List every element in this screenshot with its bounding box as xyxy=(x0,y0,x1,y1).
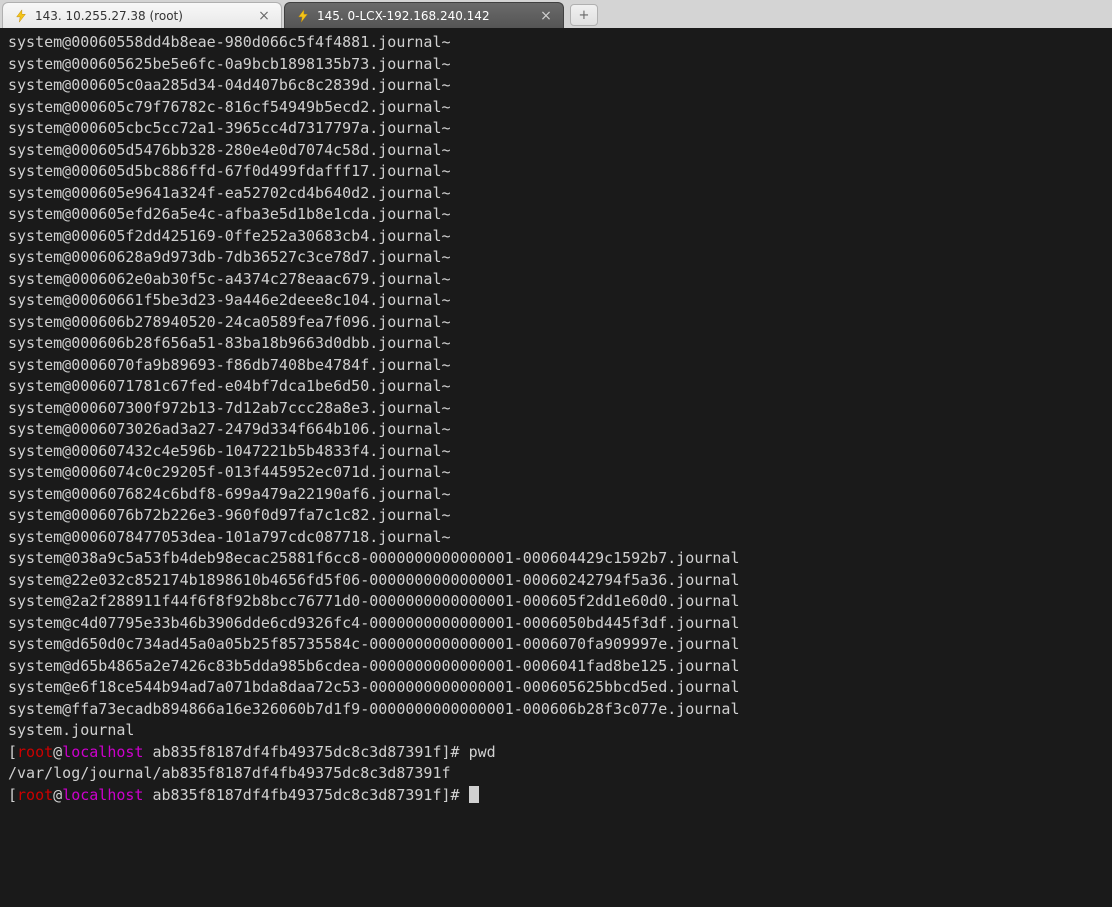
terminal-line: system@000606b278940520-24ca0589fea7f096… xyxy=(8,313,451,331)
terminal-line: system@00060628a9d973db-7db36527c3ce78d7… xyxy=(8,248,451,266)
terminal-line: system@000605f2dd425169-0ffe252a30683cb4… xyxy=(8,227,451,245)
terminal-line: system@d650d0c734ad45a0a05b25f85735584c-… xyxy=(8,635,740,653)
tab-label: 143. 10.255.27.38 (root) xyxy=(35,9,183,23)
prompt-user: root xyxy=(17,786,53,804)
terminal-line: system@000607432c4e596b-1047221b5b4833f4… xyxy=(8,442,451,460)
terminal-line: system@0006062e0ab30f5c-a4374c278eaac679… xyxy=(8,270,451,288)
terminal-line: system@0006074c0c29205f-013f445952ec071d… xyxy=(8,463,451,481)
terminal-line: system@000605e9641a324f-ea52702cd4b640d2… xyxy=(8,184,451,202)
terminal-line: system@0006070fa9b89693-f86db7408be4784f… xyxy=(8,356,451,374)
terminal-line: system@000605efd26a5e4c-afba3e5d1b8e1cda… xyxy=(8,205,451,223)
close-icon[interactable]: × xyxy=(257,9,271,23)
tab-1[interactable]: 143. 10.255.27.38 (root) × xyxy=(2,2,282,28)
prompt-cwd: ab835f8187df4fb49375dc8c3d87391f xyxy=(153,743,442,761)
terminal-line: system@e6f18ce544b94ad7a071bda8daa72c53-… xyxy=(8,678,740,696)
terminal-line: system@0006078477053dea-101a797cdc087718… xyxy=(8,528,451,546)
prompt-symbol: # xyxy=(451,743,460,761)
terminal-line: system@00060558dd4b8eae-980d066c5f4f4881… xyxy=(8,33,451,51)
lightning-icon xyxy=(295,8,311,24)
cursor xyxy=(469,786,479,803)
lightning-icon xyxy=(13,8,29,24)
prompt-symbol: # xyxy=(451,786,460,804)
terminal-line: system@22e032c852174b1898610b4656fd5f06-… xyxy=(8,571,740,589)
terminal-line: system@000605c79f76782c-816cf54949b5ecd2… xyxy=(8,98,451,116)
prompt-line: [root@localhost ab835f8187df4fb49375dc8c… xyxy=(8,786,479,804)
terminal-output: /var/log/journal/ab835f8187df4fb49375dc8… xyxy=(8,764,451,782)
prompt-line: [root@localhost ab835f8187df4fb49375dc8c… xyxy=(8,743,496,761)
close-icon[interactable]: × xyxy=(539,9,553,23)
tab-bar: 143. 10.255.27.38 (root) × 145. 0-LCX-19… xyxy=(0,0,1112,28)
terminal-line: system@000607300f972b13-7d12ab7ccc28a8e3… xyxy=(8,399,451,417)
terminal-line: system@0006076b72b226e3-960f0d97fa7c1c82… xyxy=(8,506,451,524)
terminal-line: system@000605625be5e6fc-0a9bcb1898135b73… xyxy=(8,55,451,73)
terminal-line: system@0006076824c6bdf8-699a479a22190af6… xyxy=(8,485,451,503)
terminal-line: system@c4d07795e33b46b3906dde6cd9326fc4-… xyxy=(8,614,740,632)
terminal-line: system@000605cbc5cc72a1-3965cc4d7317797a… xyxy=(8,119,451,137)
terminal-line: system@0006073026ad3a27-2479d334f664b106… xyxy=(8,420,451,438)
terminal-line: system@000605c0aa285d34-04d407b6c8c2839d… xyxy=(8,76,451,94)
terminal-line: system@000605d5476bb328-280e4e0d7074c58d… xyxy=(8,141,451,159)
terminal-line: system@2a2f288911f44f6f8f92b8bcc76771d0-… xyxy=(8,592,740,610)
prompt-host: localhost xyxy=(62,743,143,761)
terminal[interactable]: system@00060558dd4b8eae-980d066c5f4f4881… xyxy=(0,28,1112,907)
new-tab-button[interactable]: + xyxy=(570,4,598,26)
terminal-line: system@000606b28f656a51-83ba18b9663d0dbb… xyxy=(8,334,451,352)
terminal-line: system@038a9c5a53fb4deb98ecac25881f6cc8-… xyxy=(8,549,740,567)
terminal-line: system@00060661f5be3d23-9a446e2deee8c104… xyxy=(8,291,451,309)
prompt-host: localhost xyxy=(62,786,143,804)
tab-label: 145. 0-LCX-192.168.240.142 xyxy=(317,9,490,23)
tab-2[interactable]: 145. 0-LCX-192.168.240.142 × xyxy=(284,2,564,28)
prompt-user: root xyxy=(17,743,53,761)
terminal-line: system@0006071781c67fed-e04bf7dca1be6d50… xyxy=(8,377,451,395)
prompt-cwd: ab835f8187df4fb49375dc8c3d87391f xyxy=(153,786,442,804)
terminal-line: system@d65b4865a2e7426c83b5dda985b6cdea-… xyxy=(8,657,740,675)
terminal-line: system@000605d5bc886ffd-67f0d499fdafff17… xyxy=(8,162,451,180)
terminal-line: system.journal xyxy=(8,721,134,739)
command-text: pwd xyxy=(469,743,496,761)
terminal-line: system@ffa73ecadb894866a16e326060b7d1f9-… xyxy=(8,700,740,718)
